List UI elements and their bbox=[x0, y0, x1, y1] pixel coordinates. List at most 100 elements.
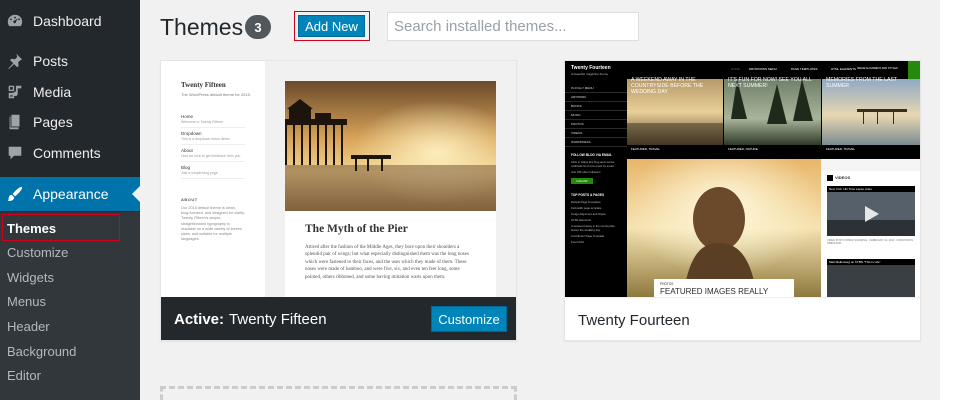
submenu-item-widgets[interactable]: Widgets bbox=[0, 266, 140, 290]
comment-icon bbox=[5, 143, 25, 163]
submenu-item-editor[interactable]: Editor bbox=[0, 364, 140, 388]
preview-featured-grid: FEATURED, TRAVEL FEATURED, NATURE FEATUR… bbox=[627, 77, 920, 159]
featured-title: A WEEKEND AWAY IN THE COUNTRYSIDE BEFORE… bbox=[631, 77, 704, 95]
submenu-item-themes[interactable]: Themes bbox=[0, 217, 140, 241]
preview-photo-caption: PHOTOS FEATURED IMAGES REALLY bbox=[654, 279, 794, 297]
preview-menu-item: PAGE TEMPLATES bbox=[791, 67, 818, 71]
preview-tagline: A beautiful magazine theme bbox=[571, 72, 609, 76]
preview-top-post: A weekend away in the countryside before… bbox=[571, 224, 615, 232]
admin-sidebar: Dashboard Posts Media Pages Comments App… bbox=[0, 0, 140, 400]
search-themes-input[interactable] bbox=[387, 12, 639, 41]
video-thumbnail bbox=[827, 265, 915, 297]
preview-right-widgets: VIDEOS New York: HD Time Lapse video VID… bbox=[821, 171, 920, 297]
preview-left-menu-item: VIDEOS bbox=[565, 129, 627, 138]
featured-title: MEMORIES FROM THE LAST SUMMER bbox=[826, 77, 898, 89]
featured-category: FEATURED, TRAVEL bbox=[826, 147, 856, 151]
sidebar-item-dashboard[interactable]: Dashboard bbox=[0, 4, 140, 38]
add-new-theme-placeholder[interactable] bbox=[160, 386, 517, 400]
sidebar-item-label: Dashboard bbox=[33, 13, 102, 29]
featured-category: FEATURED, NATURE bbox=[728, 147, 758, 151]
theme-name: Twenty Fourteen bbox=[578, 298, 690, 340]
pier-photo bbox=[285, 81, 496, 211]
preview-follow-heading: FOLLOW BLOG VIA EMAIL bbox=[571, 153, 612, 157]
preview-left-menu-item: MUSIC bbox=[565, 111, 627, 120]
preview-site-title: Twenty Fifteen bbox=[181, 81, 226, 89]
theme-card-twenty-fourteen[interactable]: Twenty Fourteen A beautiful magazine the… bbox=[564, 60, 921, 341]
paintbrush-icon bbox=[5, 184, 25, 204]
preview-left-menu-item: BOOKS bbox=[565, 102, 627, 111]
add-new-button[interactable]: Add New bbox=[298, 15, 365, 37]
submenu-item-menus[interactable]: Menus bbox=[0, 290, 140, 314]
preview-video1-meta: VIDEO POST FORMAT EXAMPLE · FEBRUARY 13,… bbox=[827, 239, 914, 246]
preview-menu-item: HOME bbox=[731, 67, 740, 71]
pages-icon bbox=[5, 112, 25, 132]
preview-nav-item: About How we love to get feedback from yo… bbox=[181, 145, 245, 162]
theme-screenshot[interactable]: Twenty Fifteen The WordPress default the… bbox=[161, 61, 516, 297]
preview-left-menu-item: WORDPRESS bbox=[565, 138, 627, 147]
theme-count-badge: 3 bbox=[245, 15, 271, 39]
appearance-submenu: Themes Customize Widgets Menus Header Ba… bbox=[0, 212, 140, 400]
preview-left-menu-item: IS FOLLY MENU bbox=[565, 84, 627, 93]
featured-title: IT'S FUN FOR NOW! SEE YOU ALL NEXT SUMME… bbox=[728, 77, 812, 89]
theme-footer: Active: Twenty Fifteen Customize bbox=[161, 297, 516, 340]
preview-videos-heading: VIDEOS bbox=[827, 175, 850, 181]
media-icon bbox=[5, 82, 25, 102]
sidebar-item-appearance[interactable]: Appearance bbox=[0, 177, 140, 211]
sidebar-item-pages[interactable]: Pages bbox=[0, 105, 140, 139]
preview-follow-text: Click to follow this blog and receive no… bbox=[571, 160, 615, 168]
preview-post-title: The Myth of the Pier bbox=[305, 223, 408, 235]
preview-menu-item: HTML ELEMENTS bbox=[831, 67, 857, 71]
featured-category: FEATURED, TRAVEL bbox=[631, 147, 661, 151]
play-icon bbox=[827, 175, 833, 181]
preview-sidebar: Twenty Fifteen The WordPress default the… bbox=[161, 61, 265, 297]
sidebar-item-media[interactable]: Media bbox=[0, 75, 140, 109]
sidebar-item-label: Appearance bbox=[33, 186, 109, 202]
preview-top-posts-heading: TOP POSTS & PAGES bbox=[571, 193, 605, 197]
theme-card-twenty-fifteen[interactable]: Twenty Fifteen The WordPress default the… bbox=[160, 60, 517, 341]
page-edge bbox=[940, 0, 954, 400]
sidebar-item-label: Pages bbox=[33, 114, 73, 130]
preview-about-text: Our 2015 default theme is clean, blog-fo… bbox=[181, 206, 245, 242]
preview-join-text: Join 456 other followers bbox=[571, 170, 601, 174]
submenu-item-background[interactable]: Background bbox=[0, 340, 140, 364]
active-label: Active: bbox=[174, 311, 225, 328]
main-content: Themes 3 Add New Twenty Fifteen The Word… bbox=[140, 0, 954, 400]
caption-category: PHOTOS bbox=[660, 282, 674, 286]
preview-menu-item: DROPDOWN MENU bbox=[749, 67, 777, 71]
preview-site-desc: The WordPress default theme for 2015. bbox=[181, 92, 251, 97]
preview-follow-button: FOLLOW bbox=[571, 178, 593, 184]
preview-main: The Myth of the Pier Attired after the f… bbox=[265, 61, 516, 297]
sidebar-item-posts[interactable]: Posts bbox=[0, 44, 140, 78]
theme-name-text: Twenty Fourteen bbox=[578, 312, 690, 329]
preview-menu-item: IMAGE ALIGNMENT AND STYLES bbox=[857, 67, 898, 70]
video-thumbnail bbox=[827, 192, 915, 236]
sidebar-item-label: Posts bbox=[33, 53, 69, 69]
preview-about-heading: ABOUT bbox=[181, 197, 198, 202]
preview-left-menu-item: PHOTOS bbox=[565, 120, 627, 129]
preview-site-title: Twenty Fourteen bbox=[571, 65, 611, 71]
submenu-item-customize[interactable]: Customize bbox=[0, 241, 140, 265]
preview-post-body: Attired after the fashion of the Middle … bbox=[305, 245, 469, 280]
page-title: Themes bbox=[160, 14, 244, 40]
caption-title: FEATURED IMAGES REALLY bbox=[660, 287, 769, 296]
theme-name-text: Twenty Fifteen bbox=[229, 311, 327, 328]
preview-nav-item: Blog Just a simple blog page bbox=[181, 162, 245, 179]
preview-article: The Myth of the Pier Attired after the f… bbox=[285, 81, 496, 297]
submenu-item-header[interactable]: Header bbox=[0, 315, 140, 339]
preview-top-post: Post Child bbox=[571, 240, 584, 244]
pin-icon bbox=[5, 51, 25, 71]
active-indicator-arrow bbox=[132, 186, 140, 202]
preview-left-sidebar: IS FOLLY MENU ARTWORK BOOKS MUSIC PHOTOS… bbox=[565, 79, 627, 297]
theme-screenshot[interactable]: Twenty Fourteen A beautiful magazine the… bbox=[565, 61, 920, 297]
theme-footer: Twenty Fourteen bbox=[565, 297, 920, 340]
sidebar-item-label: Comments bbox=[33, 145, 101, 161]
preview-nav-item: Dropdown This is a dropdown menu demo bbox=[181, 128, 245, 145]
sidebar-item-label: Media bbox=[33, 84, 72, 100]
customize-button[interactable]: Customize bbox=[431, 306, 507, 332]
sidebar-item-comments[interactable]: Comments bbox=[0, 136, 140, 170]
preview-nav-item: Home Welcome to Twenty Fifteen bbox=[181, 111, 245, 128]
preview-nav: Home Welcome to Twenty Fifteen Dropdown Th… bbox=[181, 111, 245, 179]
dashboard-icon bbox=[5, 11, 25, 31]
preview-left-menu-item: ARTWORK bbox=[565, 93, 627, 102]
theme-name: Active: Twenty Fifteen bbox=[174, 297, 327, 340]
